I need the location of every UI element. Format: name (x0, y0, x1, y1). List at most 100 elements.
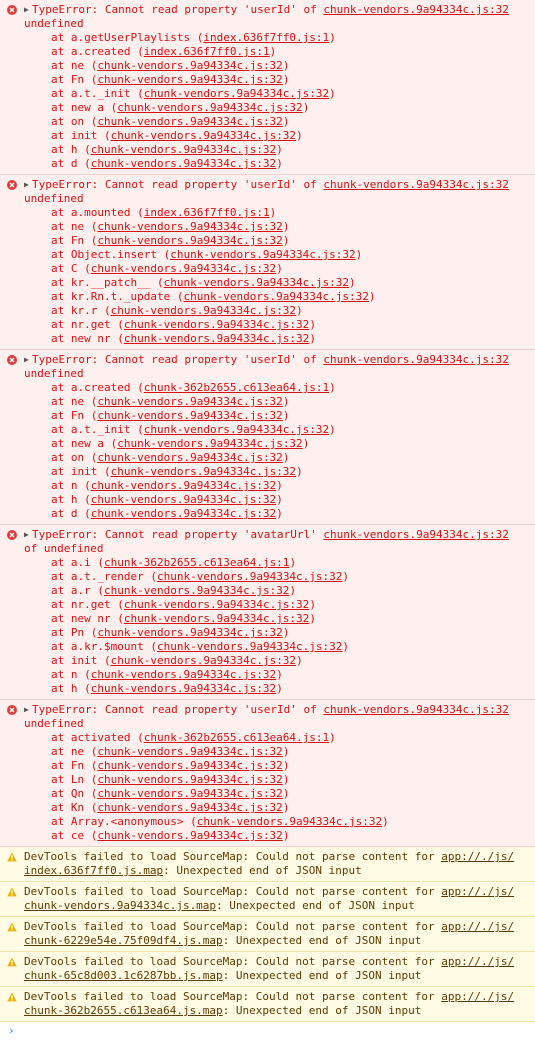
sourcemap-url-link[interactable]: app://./js/ (441, 885, 514, 898)
warning-message: DevTools failed to load SourceMap: Could… (0, 987, 535, 1022)
error-source-link[interactable]: chunk-vendors.9a94334c.js:32 (323, 353, 508, 366)
frame-source-link[interactable]: chunk-vendors.9a94334c.js:32 (164, 276, 349, 289)
frame-source-link[interactable]: chunk-vendors.9a94334c.js:32 (124, 318, 309, 331)
sourcemap-url-link[interactable]: app://./js/ (441, 920, 514, 933)
frame-paren: ( (84, 507, 91, 520)
frame-source-link[interactable]: chunk-vendors.9a94334c.js:32 (111, 654, 296, 667)
error-header[interactable]: ▶ TypeError: Cannot read property 'userId… (24, 178, 529, 206)
frame-source-link[interactable]: chunk-vendors.9a94334c.js:32 (111, 304, 296, 317)
frame-source-link[interactable]: chunk-vendors.9a94334c.js:32 (157, 640, 342, 653)
frame-source-link[interactable]: chunk-vendors.9a94334c.js:32 (91, 157, 276, 170)
frame-source-link[interactable]: chunk-vendors.9a94334c.js:32 (111, 129, 296, 142)
frame-source-link[interactable]: chunk-vendors.9a94334c.js:32 (97, 395, 282, 408)
frame-source-link[interactable]: chunk-vendors.9a94334c.js:32 (97, 451, 282, 464)
sourcemap-file-link[interactable]: chunk-vendors.9a94334c.js.map (24, 899, 216, 912)
frame-function: init (70, 465, 98, 478)
frame-source-link[interactable]: index.636f7ff0.js:1 (144, 45, 270, 58)
frame-source-link[interactable]: chunk-vendors.9a94334c.js:32 (91, 682, 276, 695)
frame-source-link[interactable]: chunk-vendors.9a94334c.js:32 (97, 115, 282, 128)
frame-paren: ) (296, 654, 303, 667)
frame-source-link[interactable]: chunk-vendors.9a94334c.js:32 (183, 290, 368, 303)
frame-source-link[interactable]: chunk-vendors.9a94334c.js:32 (97, 626, 282, 639)
frame-function: a.r (70, 584, 91, 597)
frame-source-link[interactable]: chunk-vendors.9a94334c.js:32 (124, 332, 309, 345)
error-header[interactable]: ▶ TypeError: Cannot read property 'userId… (24, 353, 529, 381)
error-text: TypeError: Cannot read property 'avatarU… (32, 528, 324, 541)
frame-source-link[interactable]: chunk-vendors.9a94334c.js:32 (91, 262, 276, 275)
frame-source-link[interactable]: chunk-vendors.9a94334c.js:32 (91, 507, 276, 520)
frame-source-link[interactable]: chunk-vendors.9a94334c.js:32 (117, 101, 302, 114)
console-prompt[interactable]: › (0, 1022, 535, 1040)
frame-source-link[interactable]: chunk-vendors.9a94334c.js:32 (124, 598, 309, 611)
frame-source-link[interactable]: chunk-vendors.9a94334c.js:32 (97, 759, 282, 772)
frame-source-link[interactable]: chunk-vendors.9a94334c.js:32 (144, 423, 329, 436)
frame-source-link[interactable]: chunk-362b2655.c613ea64.js:1 (144, 381, 329, 394)
frame-source-link[interactable]: chunk-vendors.9a94334c.js:32 (170, 248, 355, 261)
expand-arrow-icon[interactable]: ▶ (24, 353, 32, 367)
error-source-link[interactable]: chunk-vendors.9a94334c.js:32 (323, 178, 508, 191)
expand-arrow-icon[interactable]: ▶ (24, 178, 32, 192)
warning-triangle-icon (7, 887, 17, 897)
error-message: ▶ TypeError: Cannot read property 'userId… (0, 0, 535, 175)
warning-prefix: DevTools failed to load SourceMap: Could… (24, 990, 442, 1003)
sourcemap-url-link[interactable]: app://./js/ (441, 955, 514, 968)
expand-arrow-icon[interactable]: ▶ (24, 3, 32, 17)
sourcemap-file-link[interactable]: index.636f7ff0.js.map (24, 864, 163, 877)
frame-source-link[interactable]: chunk-vendors.9a94334c.js:32 (97, 220, 282, 233)
sourcemap-file-link[interactable]: chunk-362b2655.c613ea64.js.map (24, 1004, 223, 1017)
frame-source-link[interactable]: chunk-362b2655.c613ea64.js:1 (104, 556, 289, 569)
frame-source-link[interactable]: chunk-vendors.9a94334c.js:32 (91, 479, 276, 492)
expand-arrow-icon[interactable]: ▶ (24, 703, 32, 717)
stack-frame: at a.r (chunk-vendors.9a94334c.js:32) (24, 584, 529, 598)
sourcemap-file-link[interactable]: chunk-6229e54e.75f09df4.js.map (24, 934, 223, 947)
sourcemap-file-link[interactable]: chunk-65c8d003.1c6287bb.js.map (24, 969, 223, 982)
frame-source-link[interactable]: chunk-vendors.9a94334c.js:32 (104, 584, 289, 597)
frame-function: Fn (70, 73, 85, 86)
error-circle-icon (7, 705, 17, 715)
frame-paren: ) (282, 409, 290, 422)
frame-source-link[interactable]: chunk-vendors.9a94334c.js:32 (97, 801, 282, 814)
frame-function: a.created (70, 381, 131, 394)
error-source-link[interactable]: chunk-vendors.9a94334c.js:32 (323, 703, 508, 716)
sourcemap-url-link[interactable]: app://./js/ (441, 850, 514, 863)
frame-source-link[interactable]: chunk-vendors.9a94334c.js:32 (97, 409, 282, 422)
error-circle-icon (7, 5, 17, 15)
warning-suffix: : Unexpected end of JSON input (163, 864, 362, 877)
frame-source-link[interactable]: chunk-vendors.9a94334c.js:32 (117, 437, 302, 450)
frame-source-link[interactable]: chunk-vendors.9a94334c.js:32 (97, 829, 282, 842)
frame-source-link[interactable]: index.636f7ff0.js:1 (144, 206, 270, 219)
frame-source-link[interactable]: index.636f7ff0.js:1 (203, 31, 329, 44)
frame-paren: ) (282, 234, 290, 247)
error-text-tail: undefined (24, 367, 84, 380)
frame-source-link[interactable]: chunk-vendors.9a94334c.js:32 (91, 143, 276, 156)
frame-source-link[interactable]: chunk-vendors.9a94334c.js:32 (197, 815, 382, 828)
frame-source-link[interactable]: chunk-vendors.9a94334c.js:32 (97, 234, 282, 247)
warning-text: DevTools failed to load SourceMap: Could… (24, 850, 529, 878)
frame-paren: ) (282, 759, 290, 772)
error-header[interactable]: ▶ TypeError: Cannot read property 'userId… (24, 3, 529, 31)
frame-source-link[interactable]: chunk-vendors.9a94334c.js:32 (97, 787, 282, 800)
sourcemap-url-link[interactable]: app://./js/ (441, 990, 514, 1003)
frame-source-link[interactable]: chunk-vendors.9a94334c.js:32 (97, 745, 282, 758)
warning-message: DevTools failed to load SourceMap: Could… (0, 952, 535, 987)
frame-source-link[interactable]: chunk-362b2655.c613ea64.js:1 (144, 731, 329, 744)
frame-source-link[interactable]: chunk-vendors.9a94334c.js:32 (97, 59, 282, 72)
error-header[interactable]: ▶ TypeError: Cannot read property 'avatar… (24, 528, 529, 556)
expand-arrow-icon[interactable]: ▶ (24, 528, 32, 542)
error-header[interactable]: ▶ TypeError: Cannot read property 'userId… (24, 703, 529, 731)
frame-source-link[interactable]: chunk-vendors.9a94334c.js:32 (157, 570, 342, 583)
error-source-link[interactable]: chunk-vendors.9a94334c.js:32 (323, 3, 508, 16)
frame-source-link[interactable]: chunk-vendors.9a94334c.js:32 (124, 612, 309, 625)
error-text-tail: undefined (24, 192, 84, 205)
frame-source-link[interactable]: chunk-vendors.9a94334c.js:32 (111, 465, 296, 478)
frame-source-link[interactable]: chunk-vendors.9a94334c.js:32 (91, 668, 276, 681)
frame-at: at (51, 129, 71, 142)
frame-source-link[interactable]: chunk-vendors.9a94334c.js:32 (91, 493, 276, 506)
frame-source-link[interactable]: chunk-vendors.9a94334c.js:32 (97, 773, 282, 786)
frame-source-link[interactable]: chunk-vendors.9a94334c.js:32 (97, 73, 282, 86)
frame-paren: ( (84, 682, 91, 695)
error-source-link[interactable]: chunk-vendors.9a94334c.js:32 (323, 528, 508, 541)
warning-message: DevTools failed to load SourceMap: Could… (0, 882, 535, 917)
frame-source-link[interactable]: chunk-vendors.9a94334c.js:32 (144, 87, 329, 100)
frame-paren: ( (117, 598, 124, 611)
